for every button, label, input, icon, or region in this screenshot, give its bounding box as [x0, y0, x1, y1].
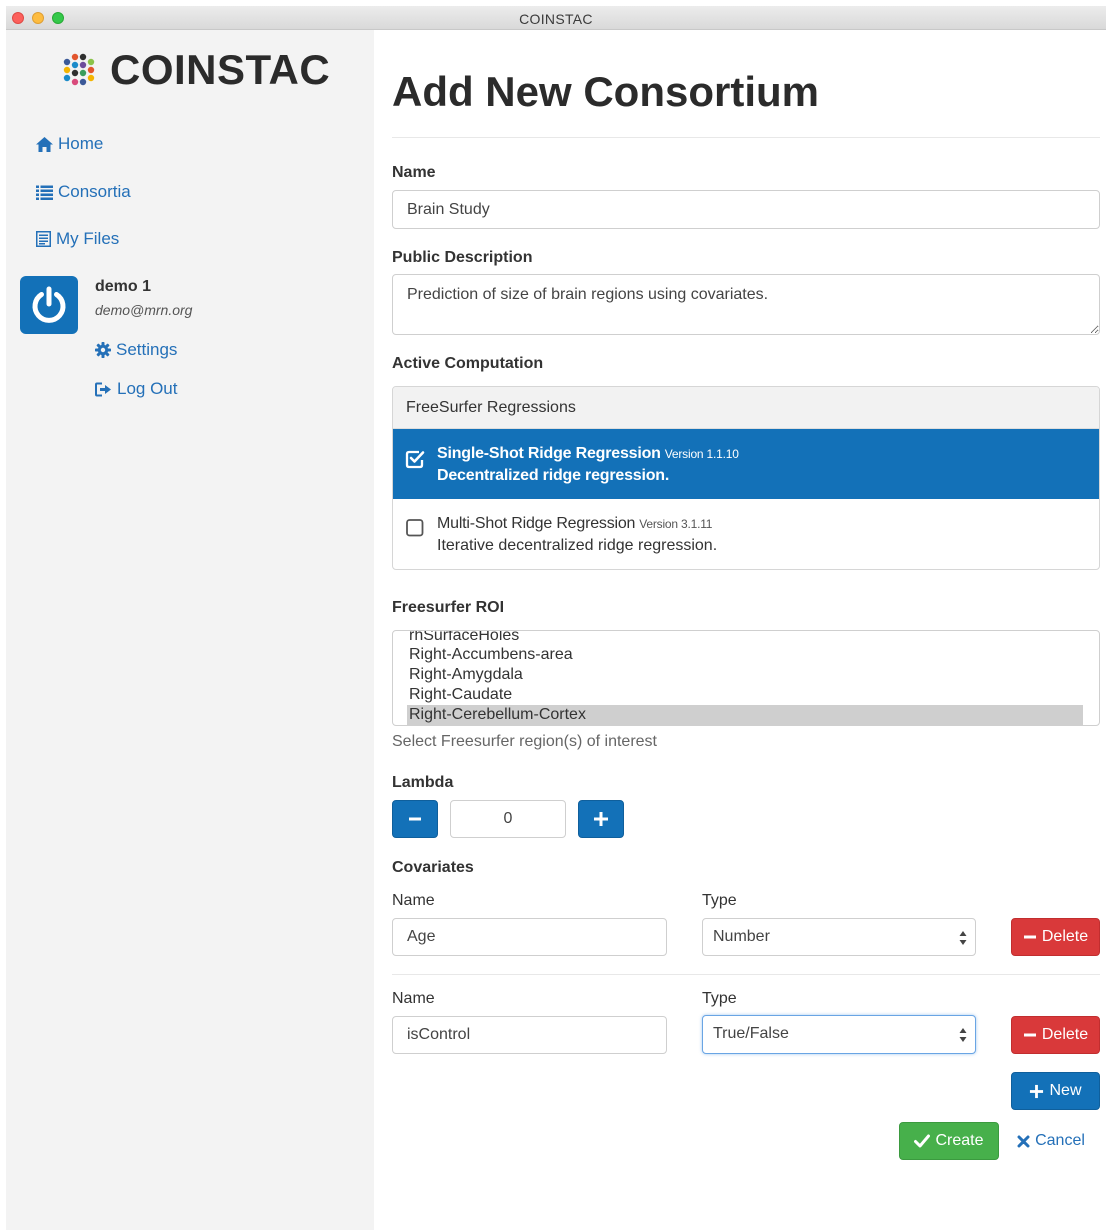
- covariate-name-input[interactable]: [392, 918, 667, 956]
- covariate-name-label: Name: [392, 990, 435, 1007]
- unchecked-checkbox-icon: [406, 519, 424, 537]
- covariate-type-label: Type: [702, 892, 737, 909]
- user-email: demo@mrn.org: [95, 302, 193, 318]
- file-icon: [36, 231, 51, 247]
- coinstac-logo-icon: [63, 53, 95, 86]
- computation-title: Single-Shot Ridge Regression: [437, 445, 661, 462]
- computation-description: Decentralized ridge regression.: [437, 467, 670, 484]
- computation-group-header: FreeSurfer Regressions: [393, 387, 1099, 429]
- cancel-label: Cancel: [1035, 1132, 1085, 1149]
- nav-my-files-label: My Files: [56, 229, 120, 248]
- roi-option[interactable]: Right-Caudate: [409, 685, 1085, 705]
- minus-icon: [1023, 1033, 1036, 1037]
- sidebar: COINSTAC Home Consortia My Files demo 1 …: [6, 30, 374, 1230]
- nav-home[interactable]: Home: [36, 134, 103, 154]
- roi-help-text: Select Freesurfer region(s) of interest: [392, 733, 657, 750]
- new-covariate-button[interactable]: New: [1011, 1072, 1100, 1110]
- settings-link[interactable]: Settings: [95, 340, 177, 360]
- checked-checkbox-icon: [405, 450, 425, 469]
- roi-option[interactable]: rhSurfaceHoles: [409, 631, 1085, 646]
- window-title: COINSTAC: [519, 11, 593, 27]
- user-name: demo 1: [95, 278, 152, 295]
- description-label: Public Description: [392, 249, 533, 266]
- select-arrows-icon: [959, 1028, 967, 1042]
- computation-title: Multi-Shot Ridge Regression: [437, 515, 636, 532]
- delete-label: Delete: [1041, 1026, 1089, 1043]
- roi-option-selected[interactable]: Right-Cerebellum-Cortex: [407, 705, 1083, 725]
- logout-label: Log Out: [117, 379, 178, 398]
- covariate-name-input[interactable]: [392, 1016, 667, 1054]
- computation-item-single-shot[interactable]: Single-Shot Ridge Regression Version 1.1.…: [393, 429, 1099, 499]
- plus-icon: [1030, 1084, 1044, 1098]
- consortium-name-input[interactable]: [392, 190, 1100, 229]
- roi-multiselect[interactable]: rhSurfaceHoles Right-Accumbens-area Righ…: [392, 630, 1100, 726]
- create-label: Create: [935, 1132, 984, 1149]
- computation-list: FreeSurfer Regressions Single-Shot Ridge…: [392, 386, 1100, 570]
- settings-label: Settings: [116, 340, 178, 359]
- avatar[interactable]: [20, 276, 78, 334]
- select-arrows-icon: [959, 931, 967, 945]
- nav-consortia-label: Consortia: [58, 182, 131, 201]
- power-icon: [32, 286, 66, 323]
- nav-my-files[interactable]: My Files: [36, 229, 119, 249]
- roi-option[interactable]: Right-Accumbens-area: [409, 645, 1085, 665]
- new-label: New: [1049, 1082, 1082, 1099]
- covariate-type-label: Type: [702, 990, 737, 1007]
- delete-label: Delete: [1041, 928, 1089, 945]
- covariates-label: Covariates: [392, 859, 474, 876]
- lambda-increment-button[interactable]: [578, 800, 624, 838]
- page-title: Add New Consortium: [392, 68, 819, 115]
- covariate-type-select[interactable]: Number: [702, 918, 976, 956]
- covariate-type-value: Number: [713, 928, 770, 945]
- gear-icon: [95, 342, 111, 358]
- logout-link[interactable]: Log Out: [95, 379, 178, 399]
- close-icon: [1017, 1135, 1030, 1147]
- main-content: Add New Consortium Name Public Descripti…: [374, 30, 1106, 1230]
- list-icon: [36, 185, 53, 200]
- active-computation-label: Active Computation: [392, 355, 544, 372]
- covariate-divider: [392, 974, 1100, 975]
- app-window: COINSTAC COINSTAC Home Consortia My File…: [6, 6, 1106, 1230]
- description-textarea[interactable]: Prediction of size of brain regions usin…: [392, 274, 1100, 335]
- delete-covariate-button[interactable]: Delete: [1011, 918, 1100, 956]
- lambda-label: Lambda: [392, 774, 454, 791]
- lambda-input[interactable]: [450, 800, 566, 838]
- delete-covariate-button[interactable]: Delete: [1011, 1016, 1100, 1054]
- title-bar: COINSTAC: [6, 6, 1106, 30]
- minus-icon: [1023, 935, 1036, 939]
- covariate-type-value: True/False: [713, 1025, 789, 1042]
- computation-item-multi-shot[interactable]: Multi-Shot Ridge Regression Version 3.1.1…: [393, 499, 1099, 569]
- plus-icon: [594, 812, 608, 826]
- computation-version: Version 3.1.11: [639, 517, 713, 531]
- lambda-decrement-button[interactable]: [392, 800, 438, 838]
- computation-description: Iterative decentralized ridge regression…: [437, 537, 718, 554]
- covariate-name-label: Name: [392, 892, 435, 909]
- create-button[interactable]: Create: [899, 1122, 999, 1160]
- nav-consortia[interactable]: Consortia: [36, 182, 131, 202]
- cancel-button[interactable]: Cancel: [1010, 1122, 1092, 1160]
- brand-name: COINSTAC: [110, 46, 331, 93]
- computation-name: Single-Shot Ridge Regression Version 1.1.…: [437, 445, 739, 463]
- home-icon: [36, 136, 53, 152]
- name-label: Name: [392, 164, 436, 181]
- title-divider: [392, 137, 1100, 138]
- minus-icon: [409, 817, 421, 821]
- roi-option[interactable]: Right-Amygdala: [409, 665, 1085, 685]
- computation-name: Multi-Shot Ridge Regression Version 3.1.1…: [437, 515, 712, 533]
- nav-home-label: Home: [58, 134, 104, 153]
- brand[interactable]: COINSTAC: [60, 46, 331, 93]
- logout-icon: [95, 382, 111, 396]
- freesurfer-roi-label: Freesurfer ROI: [392, 599, 505, 616]
- checkmark-icon: [914, 1134, 931, 1148]
- computation-version: Version 1.1.10: [664, 447, 739, 461]
- covariate-type-select[interactable]: True/False: [702, 1015, 976, 1054]
